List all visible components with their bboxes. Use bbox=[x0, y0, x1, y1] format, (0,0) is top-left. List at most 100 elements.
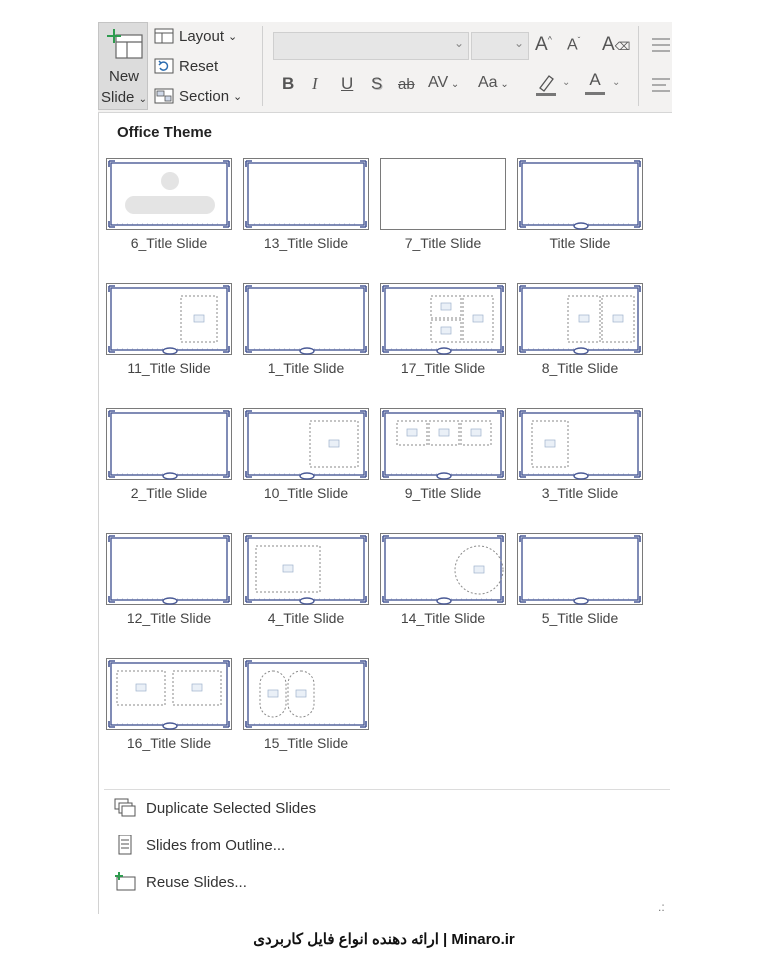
layout-preview-icon bbox=[519, 535, 641, 605]
reset-button[interactable]: Reset bbox=[154, 54, 218, 78]
layout-label: 11_Title Slide bbox=[127, 360, 211, 376]
layout-label: 4_Title Slide bbox=[267, 610, 345, 626]
layout-thumbnail[interactable] bbox=[106, 533, 232, 605]
layout-thumbnail[interactable] bbox=[106, 283, 232, 355]
duplicate-label: Duplicate Selected Slides bbox=[146, 799, 317, 817]
layout-label: 1_Title Slide bbox=[267, 360, 345, 376]
bullets-icon[interactable] bbox=[650, 36, 670, 54]
layout-thumbnail[interactable] bbox=[106, 158, 232, 230]
font-name-combo[interactable]: ⌄ bbox=[273, 32, 469, 60]
outline-label: Slides from Outline... bbox=[146, 836, 286, 854]
layout-preview-icon bbox=[519, 285, 641, 355]
layout-thumbnail[interactable] bbox=[243, 283, 369, 355]
layout-label: Layout bbox=[179, 27, 225, 45]
bold-button[interactable]: B bbox=[282, 74, 294, 94]
layout-label: 14_Title Slide bbox=[400, 610, 486, 626]
layout-preview-icon bbox=[245, 160, 367, 228]
reuse-label: Reuse Slides... bbox=[146, 873, 247, 891]
new-slide-label-2: Slide ⌄ bbox=[101, 89, 147, 106]
section-button[interactable]: Section ⌄ bbox=[154, 84, 242, 108]
strikethrough-button[interactable]: ab bbox=[398, 76, 415, 93]
layout-thumbnail[interactable] bbox=[380, 533, 506, 605]
layout-thumbnail[interactable] bbox=[106, 408, 232, 480]
layout-label: 17_Title Slide bbox=[400, 360, 486, 376]
shadow-button[interactable]: S bbox=[371, 74, 382, 94]
underline-button[interactable]: U bbox=[341, 74, 353, 94]
change-case-button[interactable]: Aa ⌄ bbox=[478, 74, 509, 92]
layout-preview-icon bbox=[108, 410, 230, 480]
section-label: Section bbox=[179, 87, 230, 105]
ribbon: New Slide ⌄ Layout ⌄ Reset Section ⌄ ⌄ ⌄… bbox=[98, 22, 672, 113]
chevron-down-icon: ⌄ bbox=[453, 36, 464, 50]
chevron-down-icon: ⌄ bbox=[233, 90, 243, 103]
divider bbox=[104, 789, 670, 790]
layout-preview-icon bbox=[245, 410, 367, 480]
layout-label: 9_Title Slide bbox=[404, 485, 482, 501]
align-left-icon[interactable] bbox=[650, 76, 670, 94]
ribbon-separator bbox=[638, 26, 639, 106]
ribbon-separator bbox=[262, 26, 263, 106]
duplicate-selected-slides-command[interactable]: Duplicate Selected Slides bbox=[114, 796, 316, 820]
reuse-slides-command[interactable]: Reuse Slides... bbox=[114, 870, 247, 894]
reuse-slides-icon bbox=[114, 872, 136, 892]
slides-from-outline-command[interactable]: Slides from Outline... bbox=[114, 833, 285, 857]
duplicate-icon bbox=[114, 798, 136, 818]
gallery-title: Office Theme bbox=[117, 124, 213, 141]
layout-thumbnail[interactable] bbox=[106, 658, 232, 730]
chevron-down-icon[interactable]: ⌄ bbox=[562, 77, 570, 88]
layout-preview-icon bbox=[382, 410, 504, 480]
layout-thumbnail[interactable] bbox=[380, 408, 506, 480]
layout-thumbnail[interactable] bbox=[517, 158, 643, 230]
layout-thumbnail[interactable] bbox=[380, 158, 506, 230]
new-slide-icon bbox=[107, 29, 143, 59]
resize-grip-icon[interactable]: .: bbox=[658, 900, 665, 914]
character-spacing-button[interactable]: AV ⌄ bbox=[428, 74, 459, 92]
layout-thumbnail[interactable] bbox=[517, 283, 643, 355]
italic-button[interactable]: I bbox=[312, 74, 318, 94]
font-color-icon[interactable]: A bbox=[584, 70, 606, 98]
layout-thumbnail[interactable] bbox=[243, 533, 369, 605]
layout-label: 15_Title Slide bbox=[263, 735, 349, 751]
layout-label: 5_Title Slide bbox=[541, 610, 619, 626]
layout-preview-icon bbox=[519, 410, 641, 480]
shrink-font-icon[interactable]: Aˇ bbox=[567, 36, 580, 54]
layout-preview-icon bbox=[108, 285, 230, 355]
layout-thumbnail[interactable] bbox=[243, 408, 369, 480]
layout-label: 3_Title Slide bbox=[541, 485, 619, 501]
layout-button[interactable]: Layout ⌄ bbox=[154, 24, 237, 48]
layout-preview-icon bbox=[382, 285, 504, 355]
layout-label: 8_Title Slide bbox=[541, 360, 619, 376]
layout-thumbnail[interactable] bbox=[243, 158, 369, 230]
new-slide-button[interactable]: New Slide ⌄ bbox=[98, 22, 148, 110]
layout-preview-icon bbox=[519, 160, 641, 230]
layout-label: 6_Title Slide bbox=[130, 235, 208, 251]
layout-label: Title Slide bbox=[549, 235, 611, 251]
layout-thumbnail[interactable] bbox=[380, 283, 506, 355]
chevron-down-icon: ⌄ bbox=[138, 94, 147, 105]
layout-label: 7_Title Slide bbox=[404, 235, 482, 251]
reset-label: Reset bbox=[179, 57, 219, 75]
layout-label: 16_Title Slide bbox=[126, 735, 212, 751]
highlighter-icon[interactable] bbox=[534, 72, 558, 98]
layout-thumbnail[interactable] bbox=[517, 533, 643, 605]
layout-label: 13_Title Slide bbox=[263, 235, 349, 251]
clear-formatting-icon[interactable]: A⌫ bbox=[602, 34, 630, 56]
reset-icon bbox=[154, 58, 174, 74]
section-icon bbox=[154, 88, 174, 104]
font-size-combo[interactable]: ⌄ bbox=[471, 32, 529, 60]
grow-font-icon[interactable]: A^ bbox=[535, 34, 552, 56]
chevron-down-icon: ⌄ bbox=[513, 36, 524, 50]
chevron-down-icon: ⌄ bbox=[228, 30, 238, 43]
layout-thumbnail[interactable] bbox=[517, 408, 643, 480]
layout-thumbnail[interactable] bbox=[243, 658, 369, 730]
layout-preview-icon bbox=[108, 660, 230, 730]
layout-label: 10_Title Slide bbox=[263, 485, 349, 501]
layout-preview-icon bbox=[245, 535, 367, 605]
layout-preview-icon bbox=[382, 535, 504, 605]
layout-label: 2_Title Slide bbox=[130, 485, 208, 501]
chevron-down-icon: ⌄ bbox=[497, 79, 509, 90]
layout-preview-icon bbox=[108, 160, 230, 228]
outline-document-icon bbox=[114, 834, 136, 855]
layout-icon bbox=[154, 28, 174, 44]
chevron-down-icon[interactable]: ⌄ bbox=[612, 77, 620, 88]
